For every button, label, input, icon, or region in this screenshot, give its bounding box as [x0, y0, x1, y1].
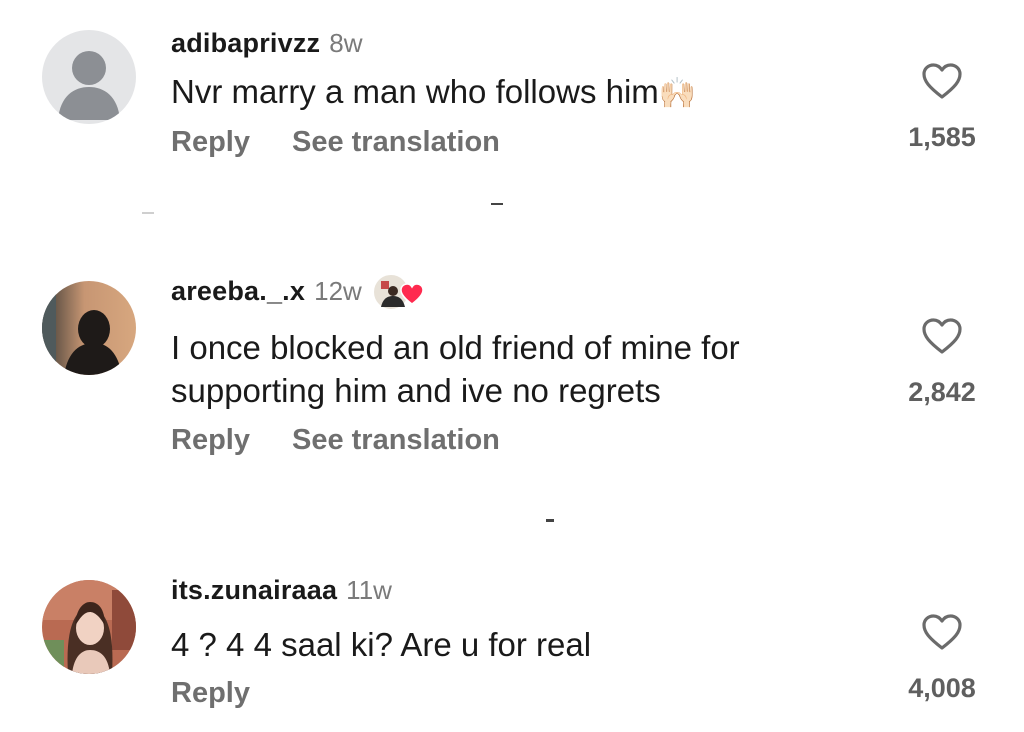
like-group: 4,008 [892, 613, 992, 704]
reply-button[interactable]: Reply [171, 424, 250, 457]
heart-icon[interactable] [921, 317, 963, 355]
see-translation-button[interactable]: See translation [292, 126, 500, 159]
see-translation-button[interactable]: See translation [292, 424, 500, 457]
comment-text: I once blocked an old friend of mine for… [171, 329, 740, 409]
comment-time: 12w [314, 275, 362, 306]
comment-actions: Reply See translation [171, 424, 500, 457]
raised-hands-icon: 🙌🏻 [658, 77, 697, 110]
liked-heart-icon [400, 283, 424, 305]
avatar[interactable] [42, 281, 136, 375]
portrait-photo [42, 580, 136, 674]
comment-header: its.zunairaaa 11w [171, 573, 392, 607]
comment-time: 11w [346, 574, 392, 605]
comment-time: 8w [329, 27, 363, 58]
like-group: 1,585 [892, 62, 992, 153]
comment-text: 4 ? 4 4 saal ki? Are u for real [171, 626, 592, 663]
comment-item: its.zunairaaa 11w 4 ? 4 4 saal ki? Are u… [0, 573, 1024, 723]
reply-button[interactable]: Reply [171, 126, 250, 159]
heart-icon[interactable] [921, 613, 963, 651]
avatar[interactable] [42, 30, 136, 124]
like-group: 2,842 [892, 317, 992, 408]
comment-text: Nvr marry a man who follows him🙌🏻 [171, 70, 871, 115]
comment-item: adibaprivzz 8w Nvr marry a man who follo… [0, 26, 1024, 176]
divider [546, 519, 554, 522]
comment-header: adibaprivzz 8w [171, 26, 363, 60]
username[interactable]: adibaprivzz [171, 28, 320, 59]
comment-text-body: Nvr marry a man who follows him [171, 73, 659, 110]
avatar[interactable] [42, 580, 136, 674]
like-count: 1,585 [908, 122, 976, 152]
username[interactable]: areeba._.x [171, 276, 305, 307]
comment-actions: Reply See translation [171, 126, 500, 159]
like-count: 2,842 [908, 377, 976, 407]
creator-liked-badge [371, 271, 424, 311]
heart-icon[interactable] [921, 62, 963, 100]
like-count: 4,008 [908, 673, 976, 703]
reply-button[interactable]: Reply [171, 677, 250, 710]
silhouette-photo [42, 281, 136, 375]
comment-item: areeba._.x 12w I once blocked an old fri… [0, 271, 1024, 464]
comment-actions: Reply [171, 677, 250, 710]
default-avatar-icon [42, 30, 136, 124]
divider [491, 203, 503, 205]
username[interactable]: its.zunairaaa [171, 575, 337, 606]
divider [142, 212, 154, 214]
comment-header: areeba._.x 12w [171, 271, 424, 311]
